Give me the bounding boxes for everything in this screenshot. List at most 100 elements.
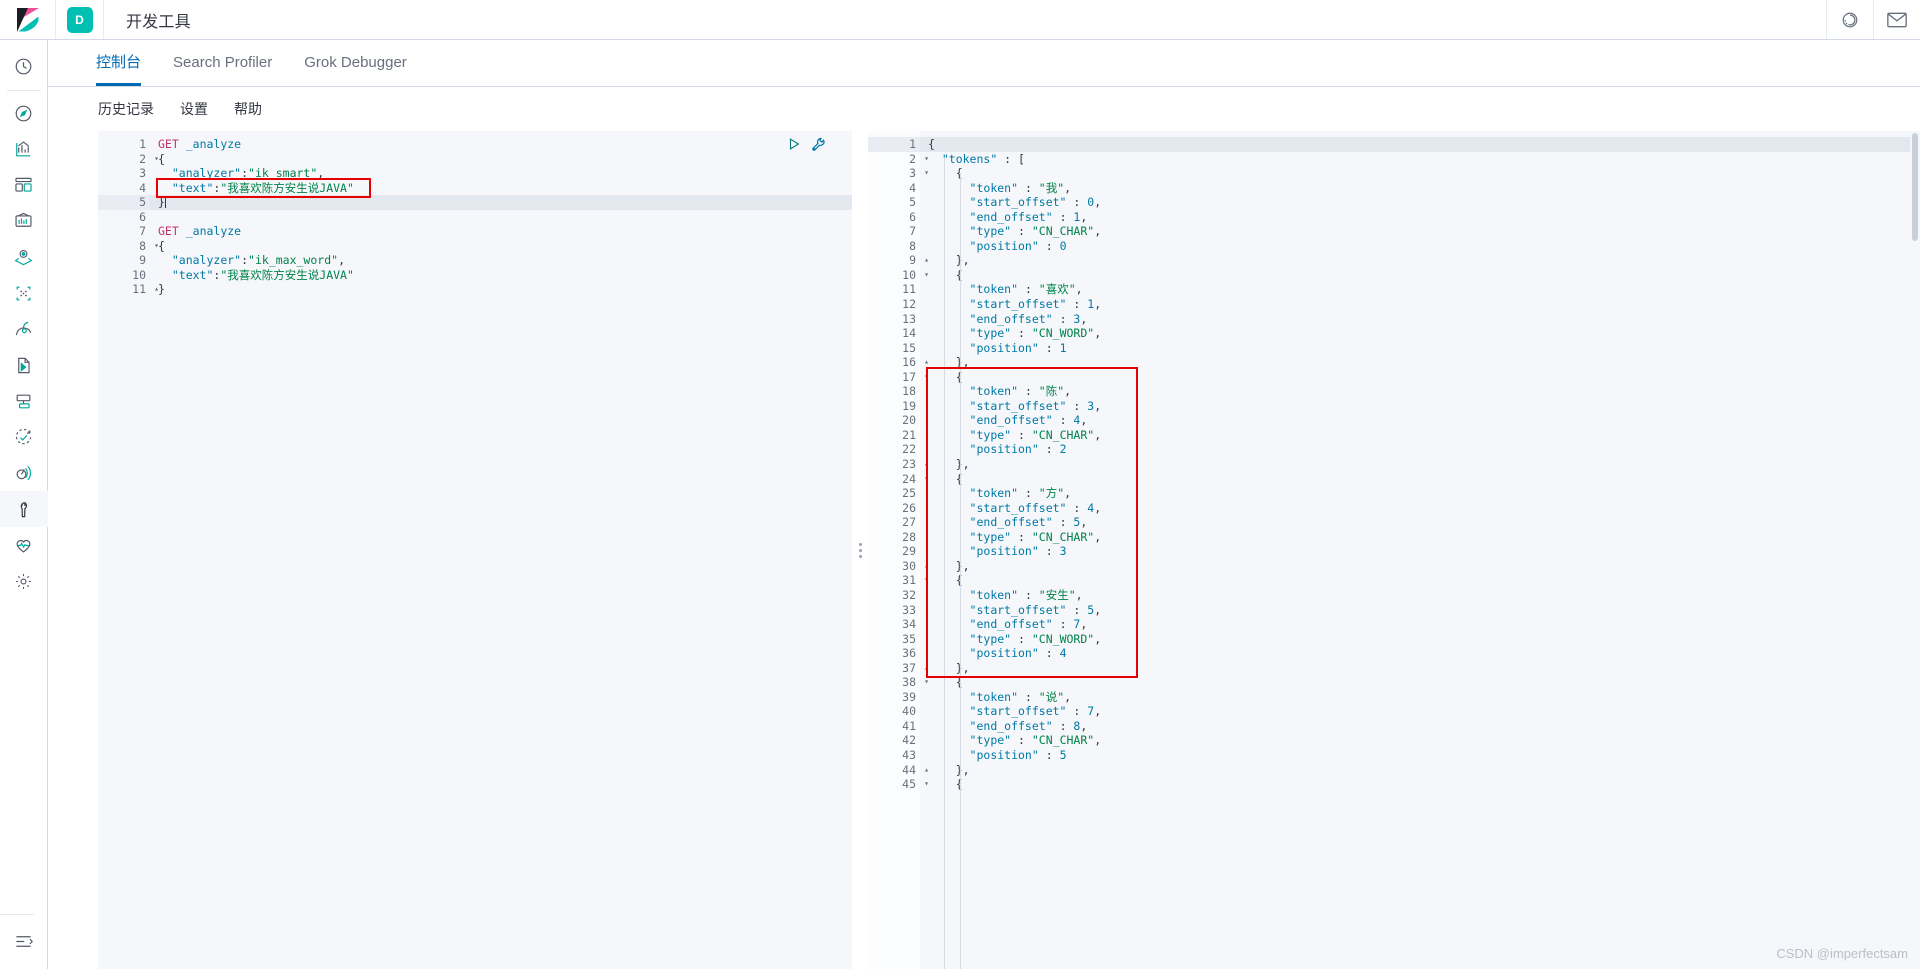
code-line[interactable]: }: [150, 195, 852, 210]
code-line[interactable]: "start_offset" : 0,: [920, 195, 1920, 210]
kibana-home-link[interactable]: [0, 0, 56, 39]
code-line[interactable]: "type" : "CN_WORD",: [920, 632, 1920, 647]
code-line[interactable]: GET _analyze: [150, 224, 852, 239]
response-code-area[interactable]: { "tokens" : [ { "token" : "我", "start_o…: [920, 131, 1920, 969]
code-line[interactable]: "start_offset" : 5,: [920, 603, 1920, 618]
code-line[interactable]: },: [920, 661, 1920, 676]
collapse-nav-icon[interactable]: [0, 923, 48, 959]
code-line[interactable]: "position" : 1: [920, 341, 1920, 356]
sidebar-item-machine-learning[interactable]: [0, 275, 48, 311]
sidebar-item-apm[interactable]: [0, 383, 48, 419]
mail-icon[interactable]: [1874, 0, 1920, 39]
code-line[interactable]: {: [920, 777, 1920, 792]
submenu-history[interactable]: 历史记录: [98, 99, 154, 119]
code-line[interactable]: {: [920, 137, 1920, 152]
code-line[interactable]: "analyzer":"ik_max_word",: [150, 253, 852, 268]
code-line[interactable]: "token" : "说",: [920, 690, 1920, 705]
code-line[interactable]: {: [920, 472, 1920, 487]
code-token: },: [928, 457, 970, 472]
sidebar-item-uptime[interactable]: [0, 419, 48, 455]
submenu-help[interactable]: 帮助: [234, 99, 262, 119]
sidebar-item-canvas[interactable]: [0, 203, 48, 239]
code-token: },: [928, 355, 970, 370]
code-line[interactable]: {: [920, 370, 1920, 385]
tab-console[interactable]: 控制台: [96, 39, 142, 86]
code-line[interactable]: "token" : "陈",: [920, 384, 1920, 399]
sidebar-item-maps[interactable]: [0, 239, 48, 275]
submenu-settings[interactable]: 设置: [180, 99, 208, 119]
code-line[interactable]: "start_offset" : 3,: [920, 399, 1920, 414]
code-line[interactable]: }: [150, 282, 852, 297]
code-line[interactable]: "type" : "CN_CHAR",: [920, 733, 1920, 748]
play-icon[interactable]: [787, 137, 801, 152]
tab-grok-debugger[interactable]: Grok Debugger: [304, 39, 407, 86]
sidebar-item-discover[interactable]: [0, 95, 48, 131]
indent-guide-1: [944, 158, 945, 969]
sidebar-item-visualize[interactable]: [0, 131, 48, 167]
code-line[interactable]: },: [920, 763, 1920, 778]
code-line[interactable]: "start_offset" : 4,: [920, 501, 1920, 516]
code-line[interactable]: },: [920, 457, 1920, 472]
code-line[interactable]: "end_offset" : 3,: [920, 312, 1920, 327]
code-line[interactable]: {: [150, 152, 852, 167]
code-line[interactable]: "end_offset" : 5,: [920, 515, 1920, 530]
code-line[interactable]: "position" : 3: [920, 544, 1920, 559]
code-line[interactable]: "position" : 5: [920, 748, 1920, 763]
code-line[interactable]: "end_offset" : 7,: [920, 617, 1920, 632]
code-token: "CN_CHAR": [1031, 224, 1095, 239]
code-line[interactable]: "position" : 2: [920, 442, 1920, 457]
code-line[interactable]: "type" : "CN_CHAR",: [920, 428, 1920, 443]
code-line[interactable]: [150, 210, 852, 225]
code-token: {: [928, 137, 935, 151]
wrench-icon[interactable]: [811, 137, 826, 152]
panel-resizer[interactable]: [852, 131, 868, 969]
code-line[interactable]: {: [920, 675, 1920, 690]
code-line[interactable]: "type" : "CN_CHAR",: [920, 224, 1920, 239]
code-line[interactable]: {: [150, 239, 852, 254]
code-line[interactable]: GET _analyze: [150, 137, 852, 152]
code-line[interactable]: "token" : "我",: [920, 181, 1920, 196]
response-editor-pane[interactable]: 1▾2▾3▾456789▴10▾111213141516▴17▾18192021…: [868, 131, 1920, 969]
sidebar-item-recently-viewed[interactable]: [0, 48, 48, 84]
code-token: "CN_CHAR": [1031, 529, 1095, 544]
code-token: "type": [969, 326, 1012, 341]
code-line[interactable]: "end_offset" : 8,: [920, 719, 1920, 734]
code-line[interactable]: "token" : "安生",: [920, 588, 1920, 603]
code-line[interactable]: },: [920, 355, 1920, 370]
code-line[interactable]: "start_offset" : 1,: [920, 297, 1920, 312]
request-editor-pane[interactable]: 12▾345▴678▾91011▴: [98, 131, 852, 969]
code-line[interactable]: "token" : "方",: [920, 486, 1920, 501]
code-line[interactable]: {: [920, 573, 1920, 588]
code-line[interactable]: "tokens" : [: [920, 152, 1920, 167]
sidebar-item-siem[interactable]: [0, 455, 48, 491]
code-line[interactable]: "type" : "CN_CHAR",: [920, 530, 1920, 545]
response-scrollbar[interactable]: [1910, 131, 1920, 969]
response-scrollbar-thumb[interactable]: [1912, 133, 1918, 241]
space-selector[interactable]: D: [56, 0, 104, 39]
code-line[interactable]: {: [920, 268, 1920, 283]
sidebar-item-infrastructure[interactable]: [0, 311, 48, 347]
help-circle-icon[interactable]: [1827, 0, 1873, 39]
code-line[interactable]: },: [920, 253, 1920, 268]
sidebar-item-logs[interactable]: [0, 347, 48, 383]
code-line[interactable]: "analyzer":"ik_smart",: [150, 166, 852, 181]
request-code-area[interactable]: GET _analyze{ "analyzer":"ik_smart", "te…: [150, 131, 852, 969]
sidebar-item-management[interactable]: [0, 563, 48, 599]
code-line[interactable]: "end_offset" : 1,: [920, 210, 1920, 225]
gutter-line: 21: [902, 427, 916, 442]
code-line[interactable]: },: [920, 559, 1920, 574]
code-line[interactable]: "token" : "喜欢",: [920, 282, 1920, 297]
code-line[interactable]: "position" : 0: [920, 239, 1920, 254]
sidebar-item-dashboard[interactable]: [0, 167, 48, 203]
code-line[interactable]: "end_offset" : 4,: [920, 413, 1920, 428]
code-line[interactable]: {: [920, 166, 1920, 181]
sidebar-item-dev-tools[interactable]: [0, 491, 48, 527]
code-line[interactable]: "text":"我喜欢陈方安生说JAVA": [150, 181, 852, 196]
code-line[interactable]: "text":"我喜欢陈方安生说JAVA": [150, 268, 852, 283]
tab-search-profiler[interactable]: Search Profiler: [173, 39, 272, 86]
sidebar-item-stack-monitoring[interactable]: [0, 527, 48, 563]
code-line[interactable]: "position" : 4: [920, 646, 1920, 661]
code-line[interactable]: "start_offset" : 7,: [920, 704, 1920, 719]
code-line[interactable]: "type" : "CN_WORD",: [920, 326, 1920, 341]
